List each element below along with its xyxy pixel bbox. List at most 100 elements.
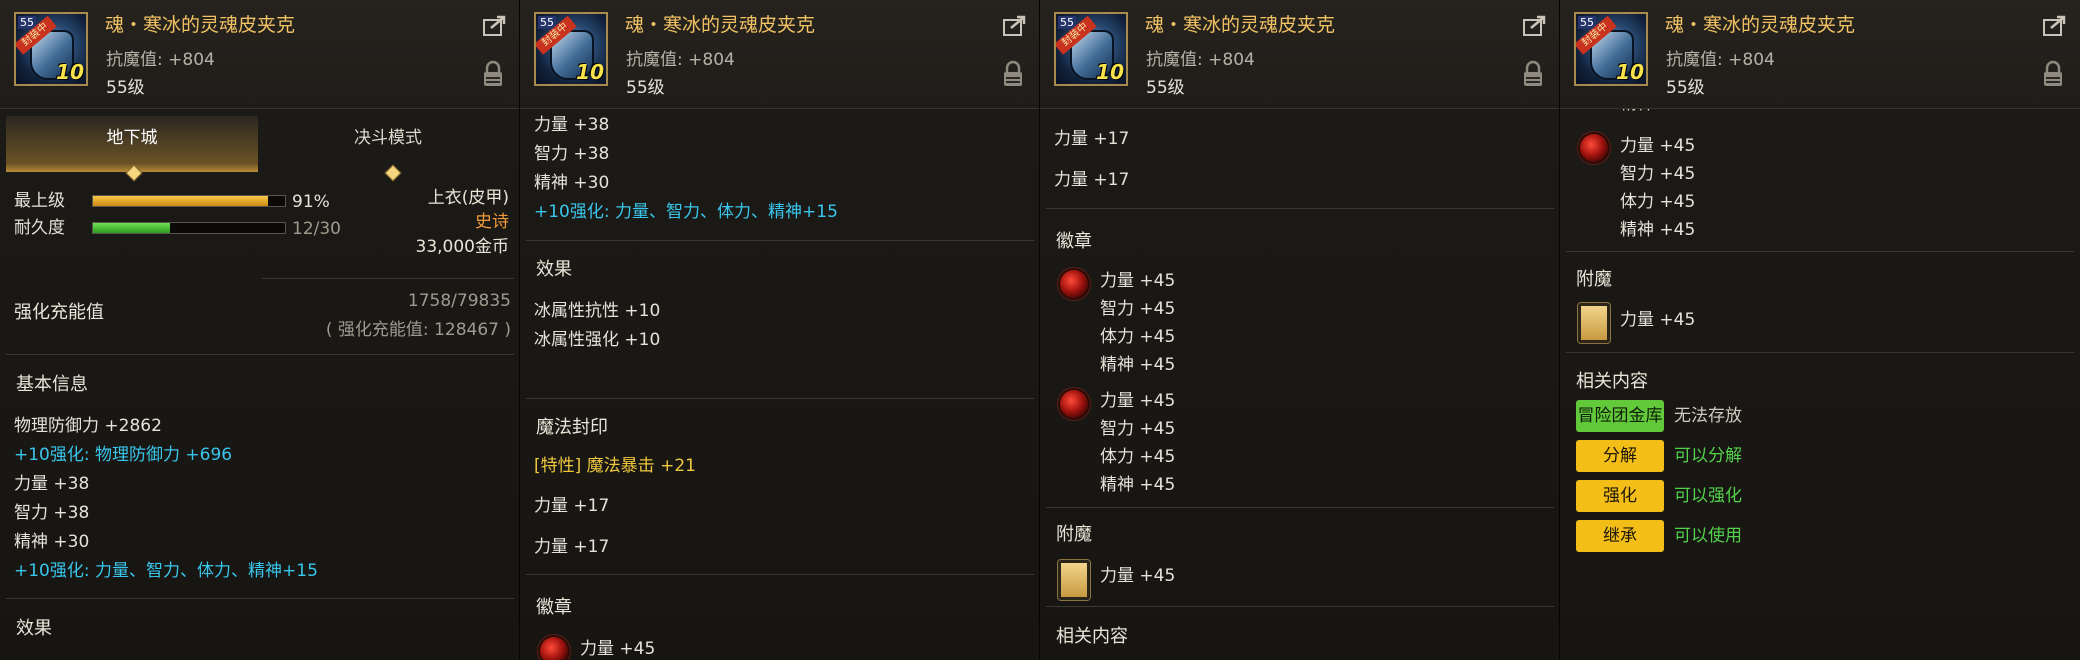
item-icon[interactable]: 55 封装中 10 — [534, 12, 608, 86]
durability-bar — [92, 222, 286, 234]
stat-line: 精神 +30 — [14, 532, 90, 552]
enchant-heading: 附魔 — [1056, 524, 1092, 545]
emblem-stat: 力量 +45 — [1100, 271, 1176, 291]
stat-line: 力量 +38 — [14, 474, 90, 494]
stat-line: +10强化: 力量、智力、体力、精神+15 — [534, 202, 838, 222]
item-title: 魂・寒冰的灵魂皮夹克 — [1145, 14, 1336, 36]
seal-stat: 力量 +17 — [534, 496, 610, 516]
tooltip-panel-3: 55 封装中 10 魂・寒冰的灵魂皮夹克 抗魔值: +804 55级 力量 +1… — [1040, 0, 1560, 660]
lock-icon[interactable] — [1522, 60, 1544, 88]
seal-stat: 力量 +17 — [1054, 129, 1130, 149]
emblem-stat: 精神 +45 — [1620, 220, 1696, 240]
effect-heading: 效果 — [536, 259, 572, 280]
stat-line: +10强化: 物理防御力 +696 — [14, 445, 233, 465]
divider — [1046, 507, 1554, 508]
charge-value: 1758/79835 — [407, 291, 511, 311]
charge-label: 强化充能值 — [14, 302, 104, 323]
lock-icon[interactable] — [1002, 60, 1024, 88]
stat-line: 智力 +38 — [534, 144, 610, 164]
item-level: 55级 — [626, 78, 665, 98]
enhance-status: 可以强化 — [1674, 486, 1742, 506]
item-title: 魂・寒冰的灵魂皮夹克 — [1665, 14, 1856, 36]
share-icon[interactable] — [483, 14, 509, 36]
share-icon[interactable] — [2043, 14, 2069, 36]
emblem-icon — [540, 637, 568, 660]
vault-status: 无法存放 — [1674, 406, 1742, 426]
related-heading: 相关内容 — [1056, 626, 1128, 647]
item-level: 55级 — [1146, 78, 1185, 98]
inherit-status: 可以使用 — [1674, 526, 1742, 546]
emblem-stat: 智力 +45 — [1100, 419, 1176, 439]
item-title: 魂・寒冰的灵魂皮夹克 — [625, 14, 816, 36]
enchant-heading: 附魔 — [1576, 269, 1612, 290]
item-magic-resist: 抗魔值: +804 — [626, 50, 735, 70]
divider — [526, 574, 1034, 575]
item-magic-resist: 抗魔值: +804 — [1146, 50, 1255, 70]
max-level-bar — [92, 195, 286, 207]
item-icon[interactable]: 55 封装中 10 — [1574, 12, 1648, 86]
divider — [1046, 606, 1554, 607]
divider — [1566, 352, 2074, 353]
durability-value: 12/30 — [292, 219, 341, 239]
basic-info-heading: 基本信息 — [16, 374, 88, 395]
durability-label: 耐久度 — [14, 218, 65, 238]
item-header: 55 封装中 10 魂・寒冰的灵魂皮夹克 抗魔值: +804 55级 — [0, 0, 519, 109]
emblem-heading: 徽章 — [536, 597, 572, 618]
tooltip-panel-2: 55 封装中 10 魂・寒冰的灵魂皮夹克 抗魔值: +804 55级 力量 +3… — [520, 0, 1040, 660]
max-level-value: 91% — [292, 192, 330, 212]
item-header: 55 封装中 10 魂・寒冰的灵魂皮夹克 抗魔值: +804 55级 — [1560, 0, 2080, 109]
seal-stat: 力量 +17 — [534, 537, 610, 557]
item-level: 55级 — [106, 78, 145, 98]
item-title: 魂・寒冰的灵魂皮夹克 — [105, 14, 296, 36]
seal-stat: 力量 +17 — [1054, 170, 1130, 190]
lock-icon[interactable] — [482, 60, 504, 88]
charge-sub: ( 强化充能值: 128467 ) — [325, 320, 511, 340]
lock-icon[interactable] — [2042, 60, 2064, 88]
emblem-stat: 精神 +45 — [1100, 475, 1176, 495]
share-icon[interactable] — [1003, 14, 1029, 36]
emblem-stat: 力量 +45 — [1100, 391, 1176, 411]
adventure-vault-button[interactable]: 冒险团金库 — [1576, 400, 1664, 432]
emblem-stat: 力量 +45 — [1620, 136, 1696, 156]
inherit-button[interactable]: 继承 — [1576, 520, 1664, 552]
stat-line: 物理防御力 +2862 — [14, 416, 162, 436]
max-level-label: 最上级 — [14, 191, 65, 211]
divider — [6, 354, 514, 355]
stat-line: 智力 +38 — [14, 503, 90, 523]
enchant-stat: 力量 +45 — [1100, 566, 1176, 586]
effect-heading: 效果 — [16, 618, 52, 639]
enchant-stat: 力量 +45 — [1620, 310, 1696, 330]
emblem-heading: 徽章 — [1056, 231, 1092, 252]
emblem-stat: 体力 +45 — [1100, 447, 1176, 467]
tooltip-panel-1: 55 封装中 10 魂・寒冰的灵魂皮夹克 抗魔值: +804 55级 地下城 决… — [0, 0, 520, 660]
related-heading: 相关内容 — [1576, 371, 1648, 392]
divider — [526, 240, 1034, 241]
disassemble-button[interactable]: 分解 — [1576, 440, 1664, 472]
tooltip-panel-4: 精神 +45 55 封装中 10 魂・寒冰的灵魂皮夹克 抗魔值: +804 55… — [1560, 0, 2080, 660]
enchant-card-icon — [1058, 560, 1090, 600]
item-header: 55 封装中 10 魂・寒冰的灵魂皮夹克 抗魔值: +804 55级 — [1040, 0, 1559, 109]
item-header: 55 封装中 10 魂・寒冰的灵魂皮夹克 抗魔值: +804 55级 — [520, 0, 1039, 109]
divider — [1046, 208, 1554, 209]
emblem-icon — [1580, 134, 1608, 162]
divider — [1566, 251, 2074, 252]
enhance-mark: 10 — [56, 60, 84, 84]
share-icon[interactable] — [1523, 14, 1549, 36]
emblem-stat: 智力 +45 — [1620, 164, 1696, 184]
enhance-button[interactable]: 强化 — [1576, 480, 1664, 512]
tab-pvp[interactable]: 决斗模式 — [262, 116, 514, 172]
emblem-stat: 智力 +45 — [1100, 299, 1176, 319]
stat-line: 精神 +30 — [534, 173, 610, 193]
disassemble-status: 可以分解 — [1674, 446, 1742, 466]
tab-dungeon[interactable]: 地下城 — [6, 116, 258, 172]
item-icon[interactable]: 55 封装中 10 — [14, 12, 88, 86]
effect-line: 冰属性抗性 +10 — [534, 301, 661, 321]
item-magic-resist: 抗魔值: +804 — [106, 50, 215, 70]
emblem-stat: 体力 +45 — [1620, 192, 1696, 212]
item-icon[interactable]: 55 封装中 10 — [1054, 12, 1128, 86]
enhance-mark: 10 — [1096, 60, 1124, 84]
item-magic-resist: 抗魔值: +804 — [1666, 50, 1775, 70]
emblem-stat: 力量 +45 — [580, 639, 656, 659]
seal-trait: [特性] 魔法暴击 +21 — [534, 456, 696, 476]
mode-tabs: 地下城 决斗模式 — [6, 116, 514, 182]
